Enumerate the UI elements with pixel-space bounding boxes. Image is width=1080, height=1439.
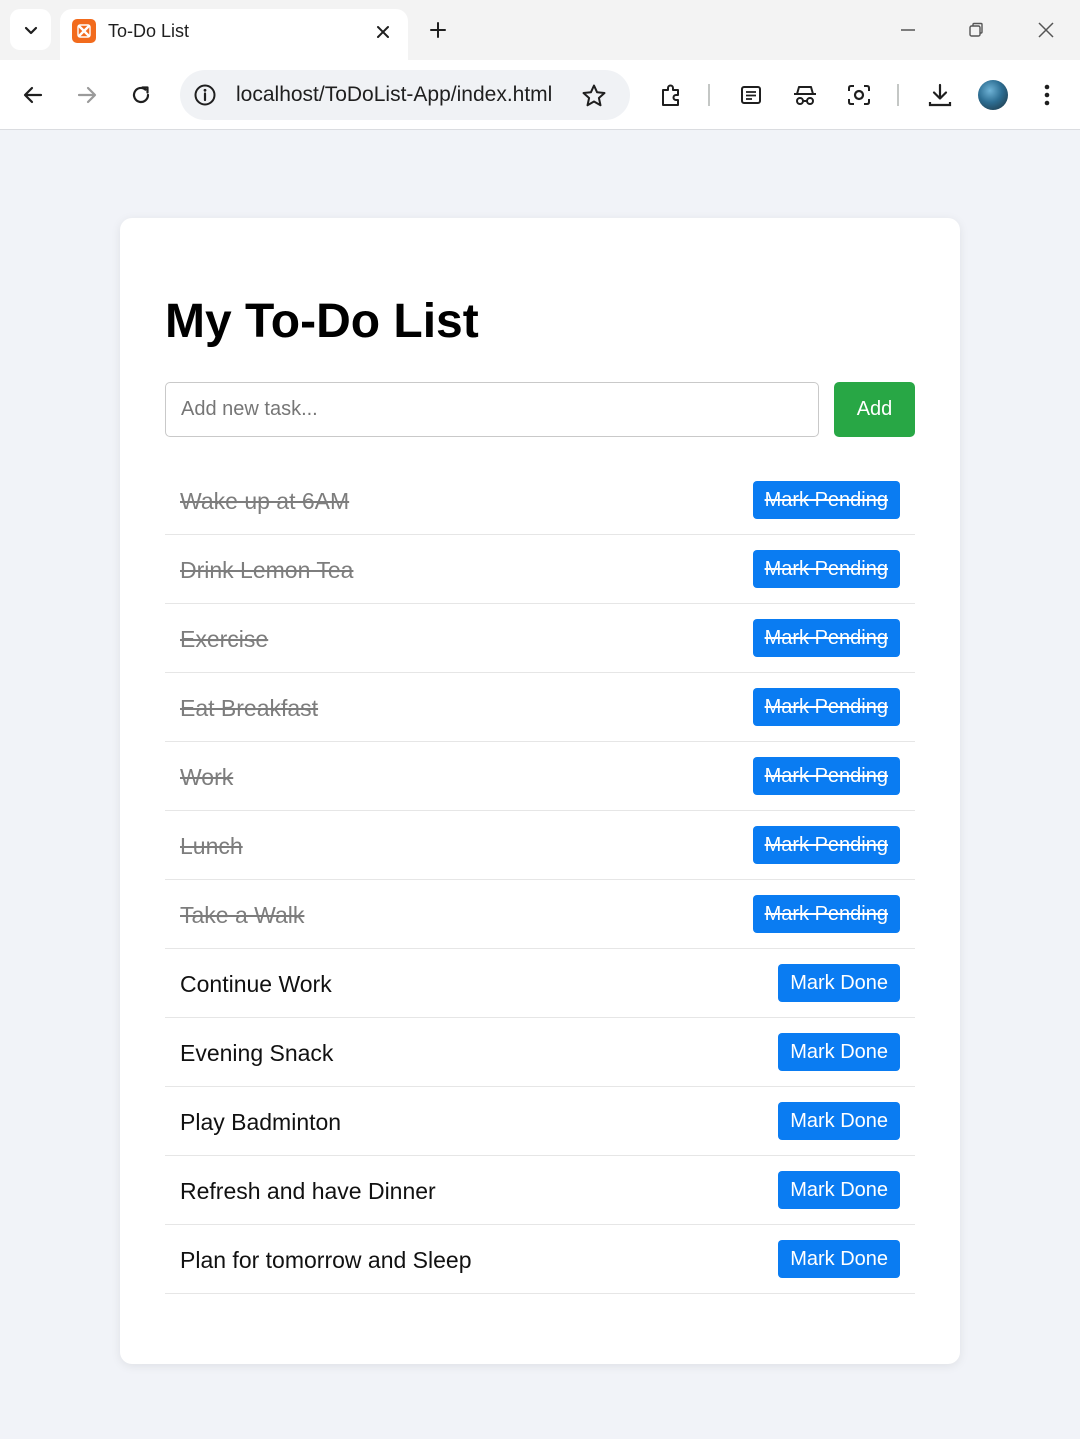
task-item: Plan for tomorrow and Sleep Mark Done — [165, 1225, 915, 1294]
download-icon — [928, 83, 952, 107]
camera-icon — [848, 85, 870, 105]
tab-title: To-Do List — [108, 21, 190, 41]
new-task-input[interactable] — [165, 382, 819, 437]
task-item: Drink Lemon Tea Mark Pending — [165, 535, 915, 604]
info-icon[interactable] — [192, 82, 218, 108]
task-text: Plan for tomorrow and Sleep — [180, 1247, 472, 1273]
spy-icon — [794, 86, 816, 105]
task-text: Evening Snack — [180, 1040, 334, 1066]
arrow-left-icon — [23, 86, 43, 104]
mark-done-button[interactable]: Mark Done — [778, 964, 900, 1002]
back-button[interactable] — [15, 77, 51, 113]
task-item: Exercise Mark Pending — [165, 604, 915, 673]
arrow-right-icon — [77, 86, 97, 104]
task-item: Eat Breakfast Mark Pending — [165, 673, 915, 742]
browser-tab[interactable]: To-Do List — [60, 9, 408, 60]
minimize-button[interactable] — [892, 14, 924, 46]
task-text: Take a Walk — [180, 902, 305, 928]
mark-pending-button[interactable]: Mark Pending — [752, 619, 900, 657]
mark-done-button[interactable]: Mark Done — [778, 1102, 900, 1140]
minimize-icon — [901, 29, 915, 31]
forward-button[interactable] — [69, 77, 105, 113]
mark-pending-button[interactable]: Mark Pending — [752, 688, 900, 726]
tab-search-button[interactable] — [10, 9, 51, 50]
mark-pending-button[interactable]: Mark Pending — [752, 826, 900, 864]
screenshot-button[interactable] — [841, 77, 877, 113]
restore-button[interactable] — [960, 14, 992, 46]
task-text: Refresh and have Dinner — [180, 1178, 436, 1204]
browser-toolbar: localhost/ToDoList-App/index.html — [0, 60, 1080, 130]
task-item: Continue Work Mark Done — [165, 949, 915, 1018]
puzzle-icon — [662, 84, 679, 106]
restore-icon — [969, 22, 983, 37]
mark-pending-button[interactable]: Mark Pending — [752, 550, 900, 588]
tab-strip: To-Do List — [0, 0, 1080, 60]
task-text: Work — [180, 764, 234, 790]
toolbar-divider — [708, 84, 710, 106]
tab-close-button[interactable] — [372, 21, 394, 43]
close-icon — [1038, 22, 1054, 38]
extensions-button[interactable] — [653, 77, 689, 113]
downloads-button[interactable] — [922, 77, 958, 113]
task-item: Work Mark Pending — [165, 742, 915, 811]
mark-pending-button[interactable]: Mark Pending — [752, 757, 900, 795]
task-item: Wake up at 6AM Mark Pending — [165, 466, 915, 535]
task-text: Exercise — [180, 626, 269, 652]
mark-pending-button[interactable]: Mark Pending — [752, 481, 900, 519]
star-icon[interactable] — [580, 82, 608, 110]
kebab-menu-icon — [1044, 84, 1050, 106]
page-title: My To-Do List — [165, 295, 479, 348]
task-item: Take a Walk Mark Pending — [165, 880, 915, 949]
plus-icon — [430, 22, 446, 38]
task-item: Refresh and have Dinner Mark Done — [165, 1156, 915, 1225]
address-bar[interactable]: localhost/ToDoList-App/index.html — [180, 70, 630, 120]
task-text: Drink Lemon Tea — [180, 557, 354, 583]
profile-avatar[interactable] — [978, 80, 1008, 110]
new-tab-button[interactable] — [424, 16, 452, 44]
reading-list-button[interactable] — [733, 77, 769, 113]
close-window-button[interactable] — [1030, 14, 1062, 46]
chevron-down-icon — [24, 26, 37, 34]
task-item: Play Badminton Mark Done — [165, 1087, 915, 1156]
task-item: Lunch Mark Pending — [165, 811, 915, 880]
task-text: Play Badminton — [180, 1109, 342, 1135]
task-list: Wake up at 6AM Mark Pending Drink Lemon Te… — [165, 466, 915, 1294]
mark-done-button[interactable]: Mark Done — [778, 1171, 900, 1209]
task-item: Evening Snack Mark Done — [165, 1018, 915, 1087]
close-icon — [377, 26, 389, 38]
task-text: Continue Work — [180, 971, 332, 997]
task-text: Eat Breakfast — [180, 695, 319, 721]
incognito-button[interactable] — [787, 77, 823, 113]
reload-button[interactable] — [123, 77, 159, 113]
toolbar-divider — [897, 84, 899, 106]
task-text: Wake up at 6AM — [180, 488, 350, 514]
reading-list-icon — [741, 86, 761, 104]
mark-done-button[interactable]: Mark Done — [778, 1033, 900, 1071]
browser-menu-button[interactable] — [1029, 77, 1065, 113]
reload-icon — [132, 86, 150, 104]
mark-pending-button[interactable]: Mark Pending — [752, 895, 900, 933]
task-text: Lunch — [180, 833, 243, 859]
todo-card: My To-Do List Add Wake up at 6AM Mark Pen… — [120, 218, 960, 1364]
add-task-button[interactable]: Add — [834, 382, 915, 437]
url-text[interactable]: localhost/ToDoList-App/index.html — [236, 83, 552, 107]
xampp-icon — [72, 19, 96, 43]
mark-done-button[interactable]: Mark Done — [778, 1240, 900, 1278]
